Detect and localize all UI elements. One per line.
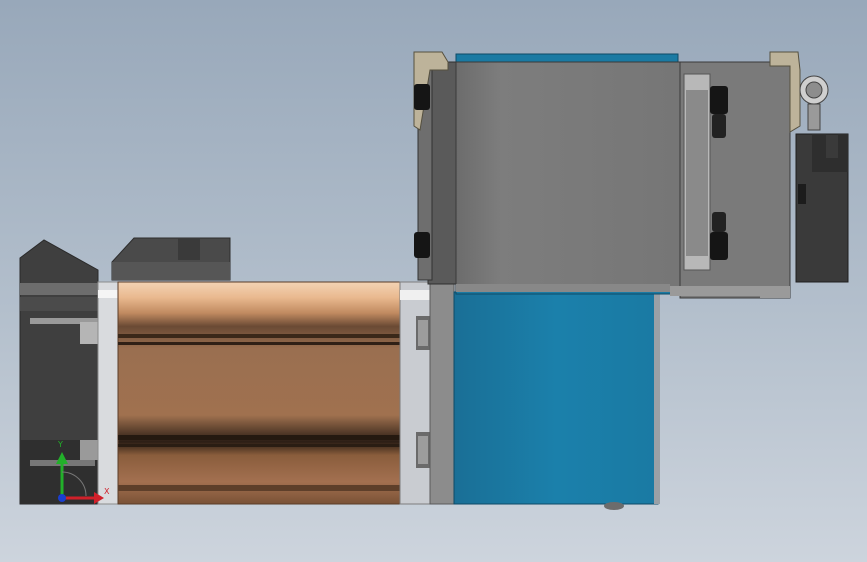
z-axis-dot	[58, 494, 66, 502]
rear-flange	[97, 281, 119, 505]
end-cap	[19, 239, 100, 505]
cad-model-drawing[interactable]	[0, 0, 867, 562]
triad-x-label: X	[104, 487, 110, 496]
triad-y-label: Y	[58, 440, 63, 449]
mounting-plate	[429, 281, 455, 505]
control-box	[417, 53, 791, 299]
terminal-box	[111, 237, 231, 281]
rear-flange-highlight	[98, 290, 118, 298]
cable-connector	[799, 75, 829, 131]
cad-viewport[interactable]: Y X	[0, 0, 867, 562]
gearbox-housing	[453, 291, 660, 510]
front-flange	[399, 281, 431, 505]
motor-body	[117, 281, 403, 505]
